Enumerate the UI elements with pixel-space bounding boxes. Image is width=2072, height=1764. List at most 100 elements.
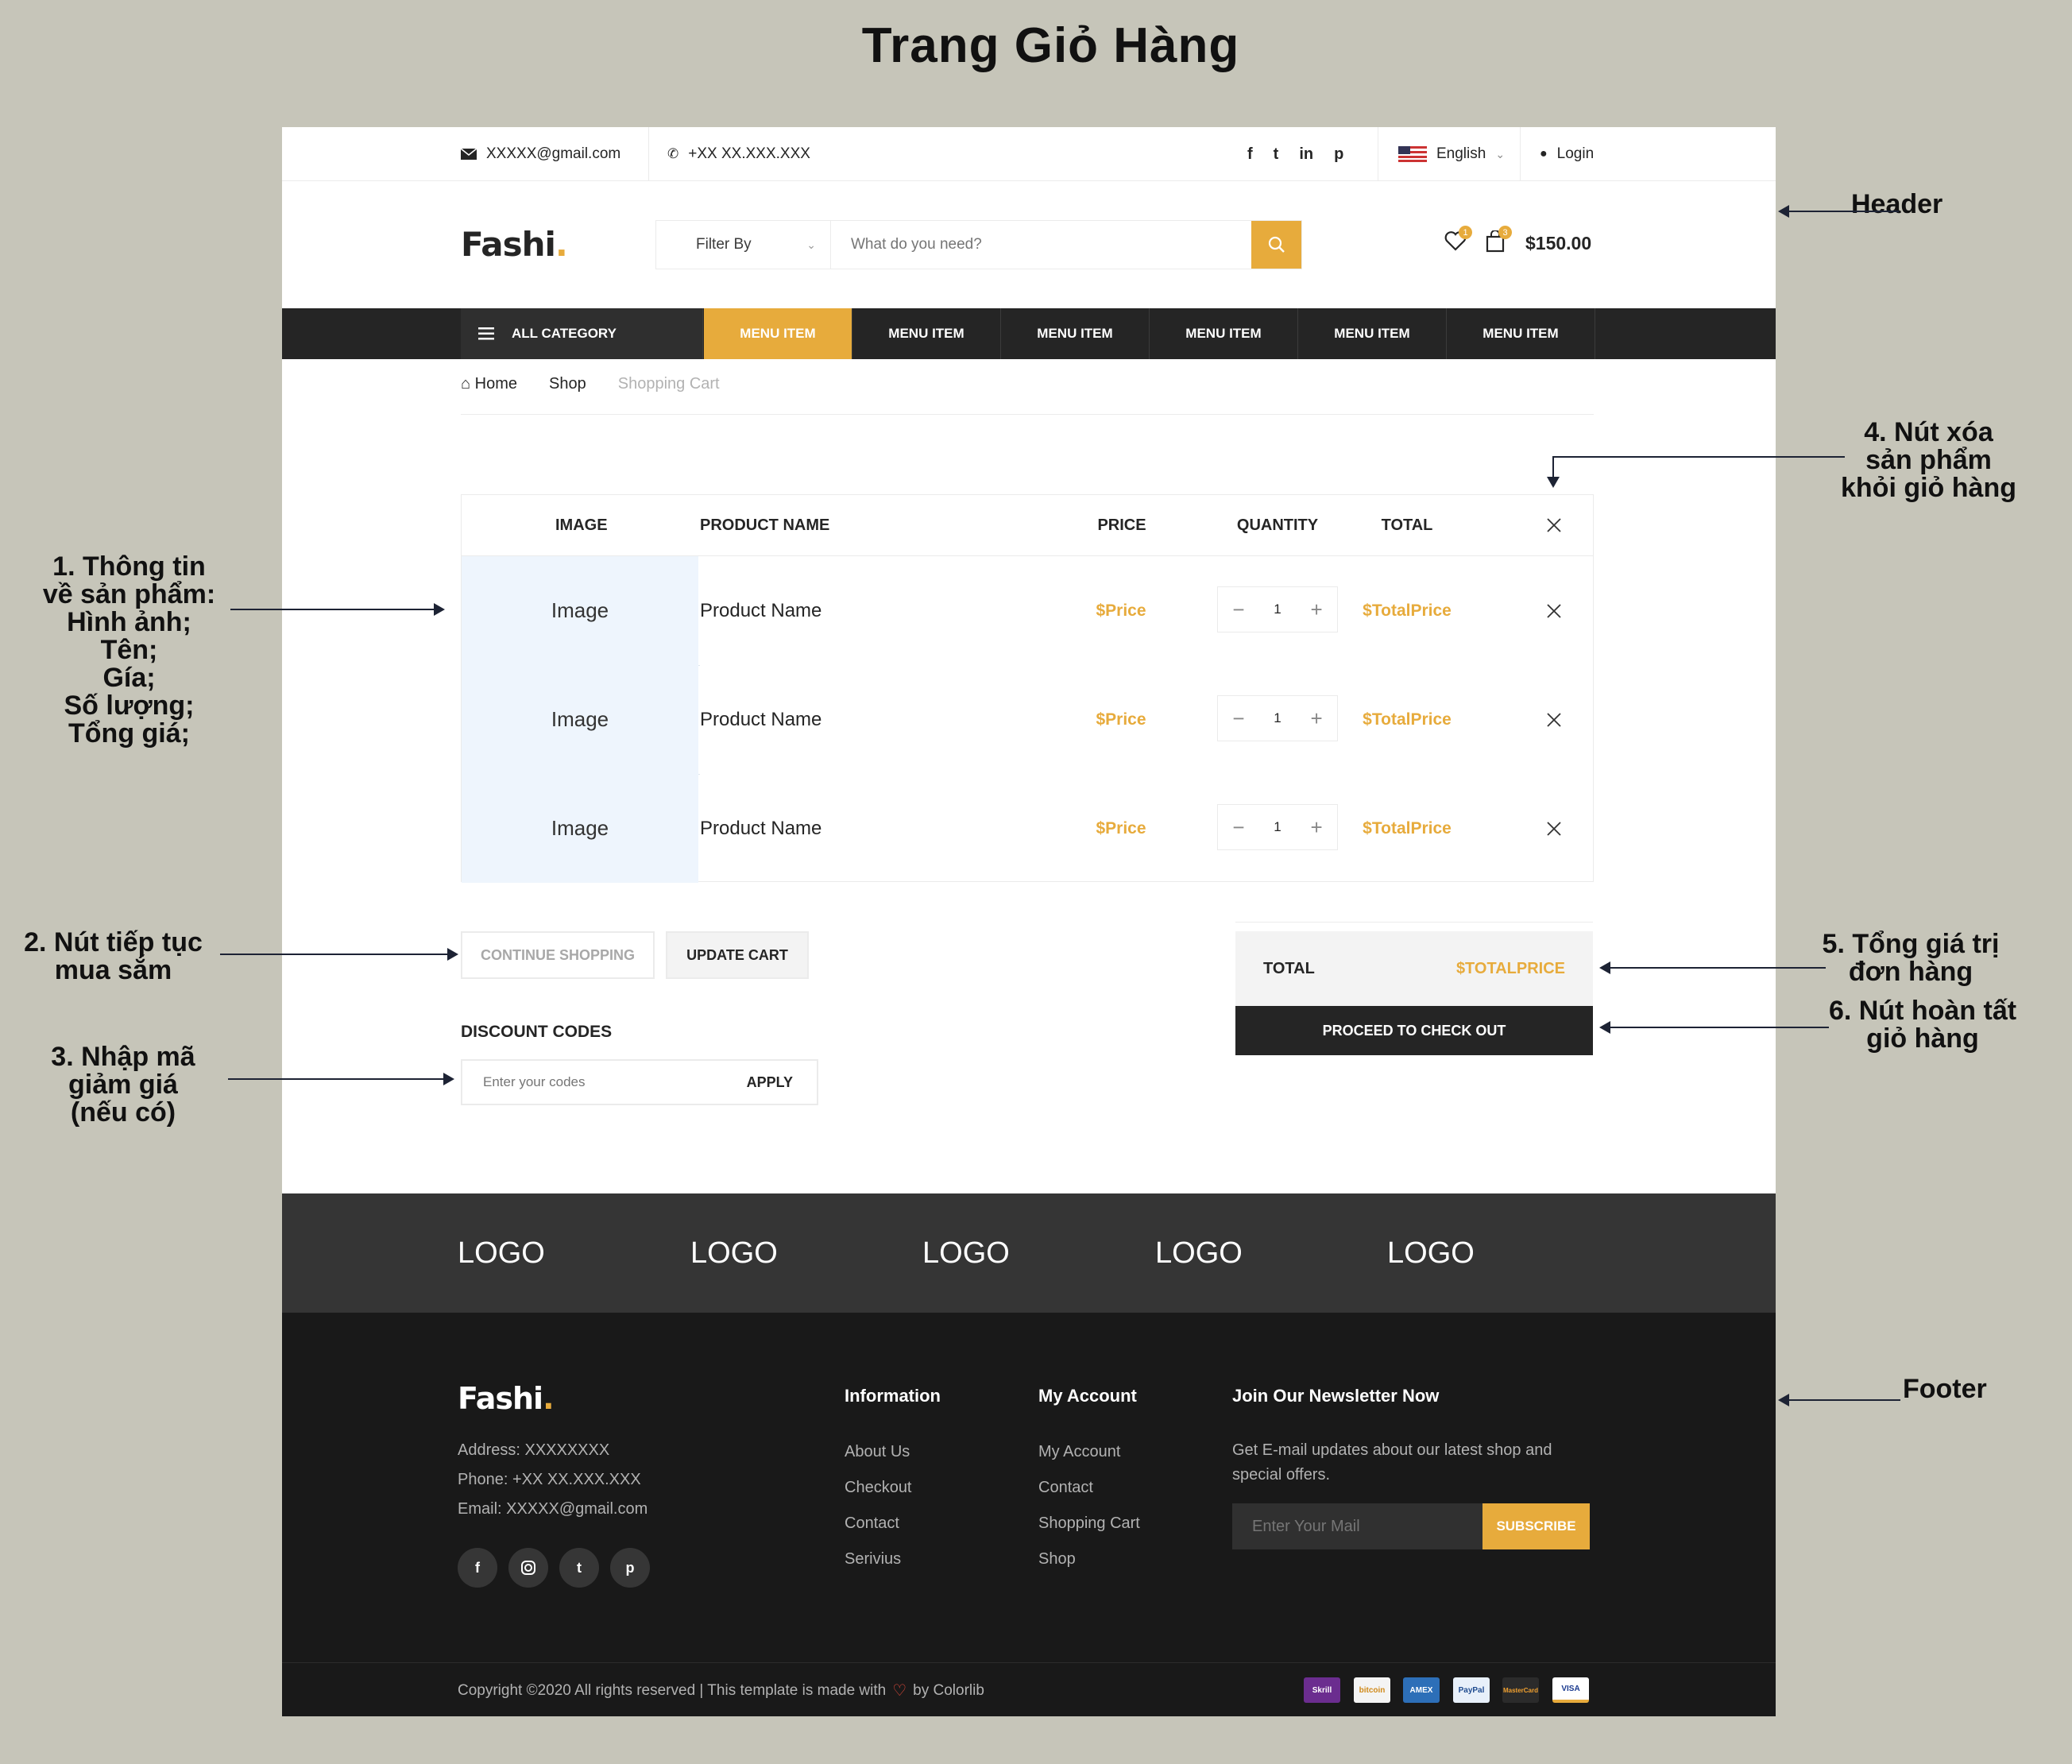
main-nav: ALL CATEGORY MENU ITEM MENU ITEM MENU IT… [282,308,1776,359]
pinterest-icon[interactable]: p [1334,145,1343,164]
apply-button[interactable]: APPLY [747,1074,793,1091]
breadcrumb-home-label: Home [474,375,518,393]
increment-button[interactable]: + [1310,815,1322,840]
footer-twitter-icon[interactable]: t [559,1548,599,1588]
partner-logo[interactable]: LOGO [690,1236,778,1271]
discount-box: APPLY [461,1059,818,1105]
search-bar: Filter By ⌄ [655,220,1302,269]
footer-link-shop[interactable]: Shop [1038,1550,1076,1569]
nav-item-2[interactable]: MENU ITEM [852,308,1001,359]
discount-code-input[interactable] [483,1074,721,1090]
footer-instagram-icon[interactable] [508,1548,548,1588]
close-icon [1547,518,1561,532]
contact-phone[interactable]: ✆ +XX XX.XXX.XXX [667,127,810,181]
quantity-stepper: − 1 + [1217,586,1338,632]
language-select[interactable]: English ⌄ [1398,127,1505,181]
product-image[interactable]: Image [462,556,698,665]
breadcrumb-shop[interactable]: Shop [549,375,586,393]
header-total: TOTAL [1381,516,1433,534]
continue-shopping-button[interactable]: CONTINUE SHOPPING [461,931,655,979]
user-icon: ● [1540,147,1548,161]
page-title: Trang Giỏ Hàng [861,18,1240,73]
subscribe-button[interactable]: SUBSCRIBE [1482,1503,1590,1549]
quantity-stepper: − 1 + [1217,695,1338,741]
partner-logo[interactable]: LOGO [1387,1236,1475,1271]
search-input[interactable] [831,221,1251,269]
facebook-icon[interactable]: f [1247,145,1253,164]
product-price: $Price [1096,601,1146,620]
header-remove-all[interactable] [1534,495,1574,555]
login-link[interactable]: ● Login [1540,127,1594,181]
nav-item-6[interactable]: MENU ITEM [1447,308,1595,359]
annotation-line: khỏi giỏ hàng [1841,473,2016,503]
remove-item-button[interactable] [1534,556,1574,665]
footer-link-shopping-cart[interactable]: Shopping Cart [1038,1514,1140,1533]
decrement-button[interactable]: − [1232,598,1244,622]
twitter-icon[interactable]: t [1274,145,1279,164]
annotation-total: 5. Tổng giá trị đơn hàng [1799,930,2022,986]
wishlist-button[interactable]: 1 [1444,226,1472,254]
remove-item-button[interactable] [1534,774,1574,883]
all-category-menu[interactable]: ALL CATEGORY [461,308,703,359]
product-image[interactable]: Image [462,665,698,774]
footer-link-checkout[interactable]: Checkout [845,1479,912,1497]
footer-link-contact[interactable]: Contact [845,1514,899,1533]
increment-button[interactable]: + [1310,706,1322,731]
annotation-remove-arrowhead [1547,477,1560,488]
footer-facebook-icon[interactable]: f [458,1548,497,1588]
partner-logo[interactable]: LOGO [1155,1236,1243,1271]
remove-item-button[interactable] [1534,665,1574,774]
nav-item-4[interactable]: MENU ITEM [1150,308,1298,359]
wishlist-badge: 1 [1459,226,1472,239]
visa-icon: VISA [1552,1677,1589,1703]
contact-email[interactable]: XXXXX@gmail.com [461,127,620,181]
search-button[interactable] [1251,221,1301,269]
increment-button[interactable]: + [1310,598,1322,622]
footer-link-about[interactable]: About Us [845,1443,910,1461]
quantity-value[interactable]: 1 [1274,602,1281,617]
checkout-button[interactable]: PROCEED TO CHECK OUT [1235,1006,1593,1055]
product-image[interactable]: Image [462,774,698,883]
nav-item-5[interactable]: MENU ITEM [1298,308,1447,359]
cart-badge: 3 [1498,226,1512,239]
footer-link-services[interactable]: Serivius [845,1550,901,1569]
update-cart-button[interactable]: UPDATE CART [666,931,809,979]
cart-button[interactable]: 3 [1486,226,1512,254]
annotation-remove: 4. Nút xóa sản phẩm khỏi giỏ hàng [1827,419,2030,502]
close-icon [1547,821,1561,836]
footer-link-my-account[interactable]: My Account [1038,1443,1120,1461]
information-heading: Information [845,1386,941,1406]
annotation-footer-arrow [1778,1394,1900,1406]
product-name[interactable]: Product Name [700,665,821,774]
product-name[interactable]: Product Name [700,774,821,883]
newsletter-heading: Join Our Newsletter Now [1232,1386,1440,1406]
footer-pinterest-icon[interactable]: p [610,1548,650,1588]
newsletter-email-input[interactable] [1232,1503,1482,1549]
linkedin-icon[interactable]: in [1299,145,1313,164]
nav-item-1[interactable]: MENU ITEM [704,308,852,359]
product-total: $TotalPrice [1363,710,1452,729]
nav-item-3[interactable]: MENU ITEM [1001,308,1150,359]
product-name[interactable]: Product Name [700,556,821,665]
annotation-continue: 2. Nút tiếp tục mua sắm [8,929,218,985]
breadcrumb-home[interactable]: ⌂ Home [461,375,517,393]
cart-totals: TOTAL $TOTALPRICE [1235,931,1593,1006]
decrement-button[interactable]: − [1232,706,1244,731]
quantity-value[interactable]: 1 [1274,819,1281,835]
filter-dropdown[interactable]: Filter By ⌄ [656,221,831,269]
footer-logo[interactable]: Fashi. [458,1381,555,1416]
logo-text: Fashi [461,225,556,264]
brand-logo[interactable]: Fashi. [461,225,568,264]
annotation-line: 5. Tổng giá trị [1822,929,2000,959]
home-icon: ⌂ [461,375,471,393]
decrement-button[interactable]: − [1232,815,1244,840]
breadcrumb-divider [461,414,1594,415]
partner-logo[interactable]: LOGO [458,1236,545,1271]
partner-logo[interactable]: LOGO [922,1236,1010,1271]
total-label: TOTAL [1263,959,1315,977]
chevron-down-icon: ⌄ [806,238,816,251]
paypal-icon: PayPal [1453,1677,1490,1703]
quantity-value[interactable]: 1 [1274,710,1281,726]
footer-email: Email: XXXXX@gmail.com [458,1500,648,1518]
footer-link-contact-2[interactable]: Contact [1038,1479,1093,1497]
